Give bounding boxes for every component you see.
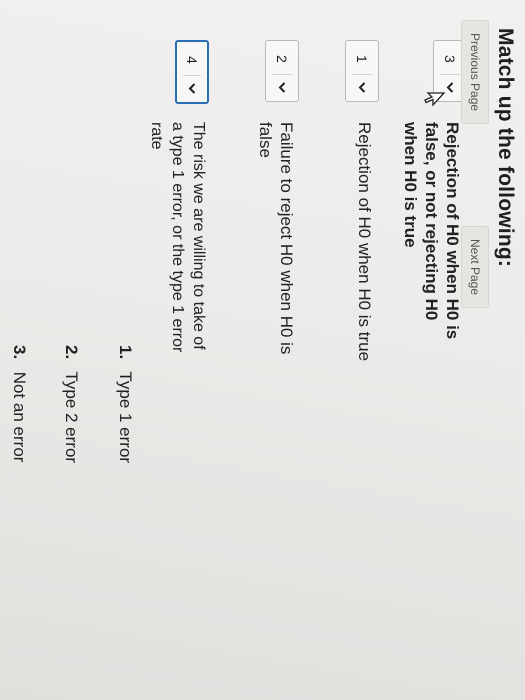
selected-value: 2 bbox=[274, 55, 290, 63]
question-title: Match up the following: bbox=[494, 28, 517, 268]
chevron-down-icon bbox=[276, 81, 288, 93]
selected-value: 1 bbox=[354, 55, 370, 63]
mouse-pointer-icon bbox=[423, 92, 446, 108]
chevron-down-icon bbox=[186, 82, 198, 94]
answer-select-2[interactable]: 1 bbox=[345, 40, 379, 102]
chevron-down-icon bbox=[356, 81, 368, 93]
selected-value: 3 bbox=[442, 55, 458, 63]
answer-select-4[interactable]: 4 bbox=[175, 40, 209, 104]
answer-option: 2. Type 2 error bbox=[62, 345, 81, 464]
previous-page-button[interactable]: Previous Page bbox=[461, 20, 489, 125]
answer-option: 3. Not an error bbox=[10, 345, 29, 463]
question-text: Rejection of H0 when H0 is true bbox=[355, 122, 374, 362]
selected-value: 4 bbox=[184, 56, 200, 64]
answer-option: 1. Type 1 error bbox=[116, 345, 135, 464]
answer-select-3[interactable]: 2 bbox=[265, 40, 299, 102]
chevron-down-icon bbox=[444, 81, 456, 93]
question-text: Failure to reject H0 when H0 is false bbox=[256, 122, 296, 355]
question-text: Rejection of H0 when H0 is false, or not… bbox=[401, 122, 462, 340]
question-text: The risk we are willing to take of a typ… bbox=[148, 122, 207, 353]
quiz-page: Match up the following: 3 Rejection of H… bbox=[0, 0, 525, 700]
next-page-button[interactable]: Next Page bbox=[461, 226, 489, 309]
